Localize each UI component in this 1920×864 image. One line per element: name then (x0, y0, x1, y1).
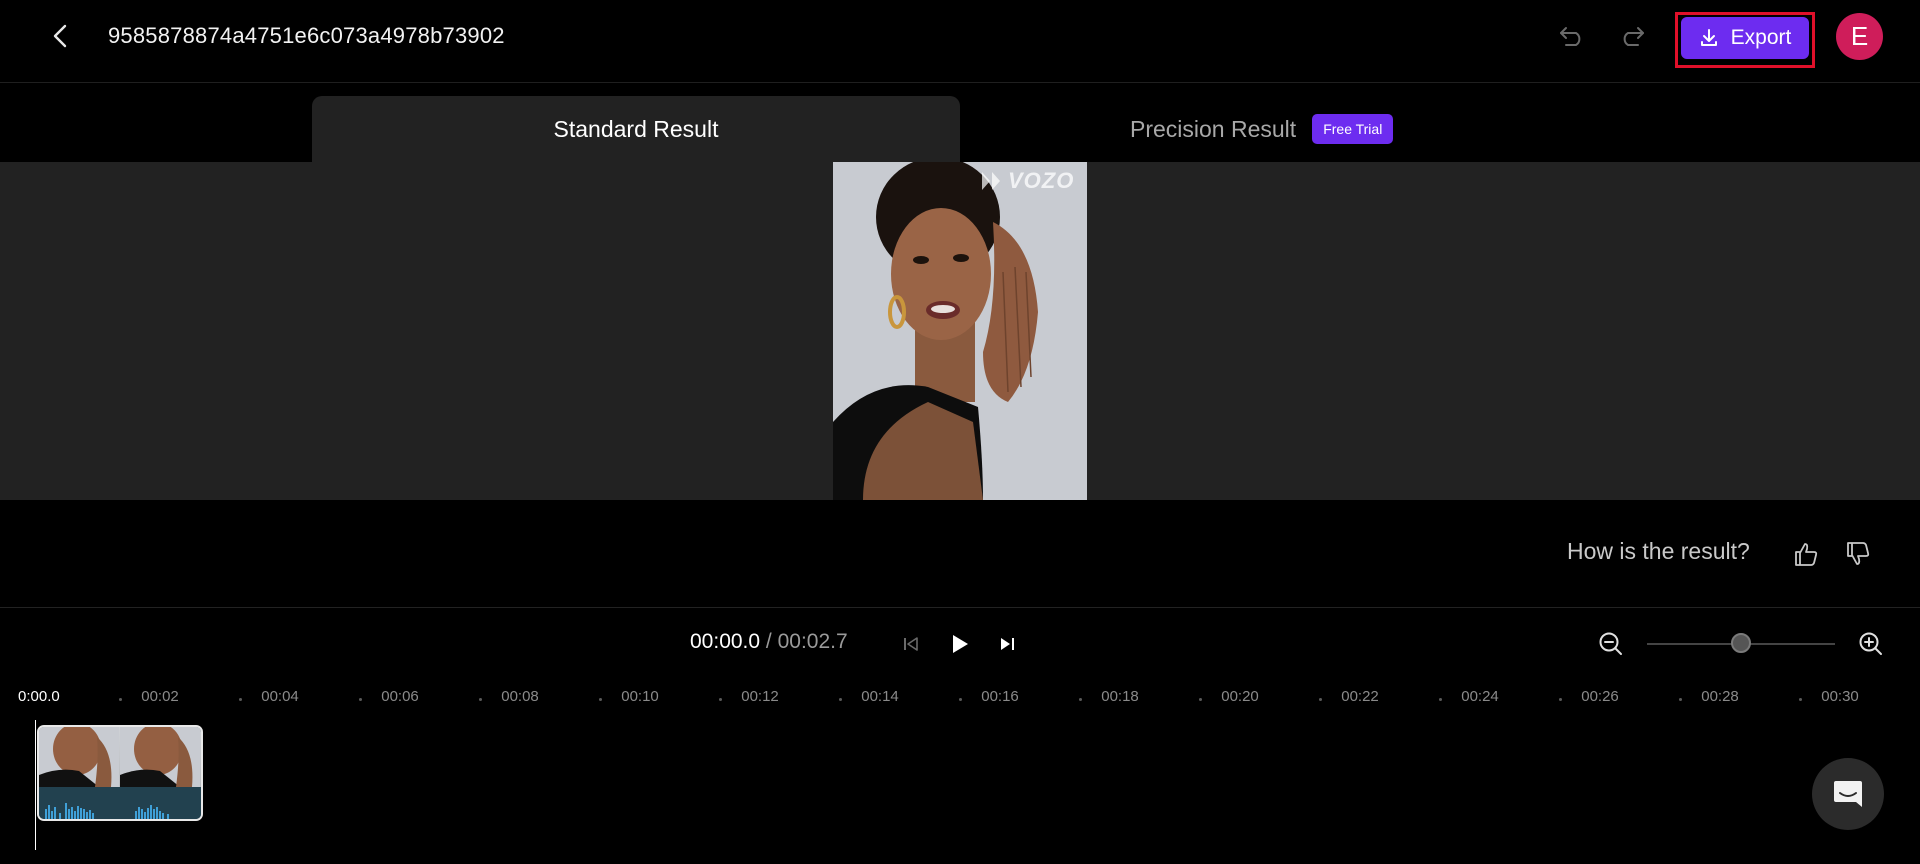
timeline-tick-label: 00:20 (1221, 688, 1259, 705)
export-label: Export (1730, 26, 1792, 49)
skip-previous-button[interactable] (898, 632, 924, 656)
zoom-in-button[interactable] (1856, 629, 1886, 659)
timeline-tick-dot (719, 698, 722, 701)
redo-button[interactable] (1616, 20, 1648, 52)
zoom-slider-handle[interactable] (1731, 633, 1751, 653)
timeline-tick-label: 00:26 (1581, 688, 1619, 705)
clip-thumbnail (120, 727, 201, 787)
timeline-tick-dot (1799, 698, 1802, 701)
timeline-tick-dot (479, 698, 482, 701)
clip-thumbnails (39, 727, 201, 787)
feedback-prompt: How is the result? (1567, 538, 1750, 564)
export-button[interactable]: Export (1681, 17, 1809, 59)
chevron-left-icon (53, 24, 67, 48)
back-button[interactable] (44, 18, 76, 54)
timeline-tick-label: 00:06 (381, 688, 419, 705)
tab-standard-label: Standard Result (553, 115, 719, 142)
timeline-tick-label: 00:10 (621, 688, 659, 705)
total-time: 00:02.7 (777, 630, 848, 653)
zoom-out-icon (1599, 632, 1622, 655)
timeline-start-label: 0:00.0 (18, 688, 60, 705)
like-button[interactable] (1791, 538, 1821, 570)
timeline-tick-label: 00:04 (261, 688, 299, 705)
chat-icon (1834, 781, 1862, 807)
thumbs-down-icon (1847, 542, 1870, 565)
download-icon (1700, 29, 1717, 46)
timeline-tick-label: 00:08 (501, 688, 539, 705)
timeline-tick-dot (119, 698, 122, 701)
vozo-logo-icon (982, 172, 1000, 190)
current-time: 00:00.0 (690, 630, 761, 653)
vozo-watermark: VOZO (980, 168, 1074, 194)
skip-previous-icon (904, 637, 918, 651)
timeline-tick-label: 00:12 (741, 688, 779, 705)
skip-next-icon (1001, 638, 1014, 650)
thumbs-up-icon (1795, 543, 1818, 566)
chat-support-button[interactable] (1812, 758, 1884, 830)
tab-standard-result[interactable]: Standard Result (312, 96, 960, 162)
watermark-text: VOZO (1008, 168, 1075, 193)
time-display: 00:00.0 / 00:02.7 (690, 630, 848, 654)
zoom-out-button[interactable] (1596, 629, 1626, 659)
audio-waveform (39, 787, 201, 819)
undo-icon (1560, 27, 1581, 46)
timeline-tick-label: 00:02 (141, 688, 179, 705)
timeline-tick-dot (839, 698, 842, 701)
timeline-tick-dot (1679, 698, 1682, 701)
timeline-tick-dot (1559, 698, 1562, 701)
timeline-tick-label: 00:14 (861, 688, 899, 705)
playhead[interactable] (35, 720, 36, 850)
redo-icon (1623, 27, 1644, 46)
zoom-in-icon (1859, 632, 1882, 655)
timeline-tick-label: 00:28 (1701, 688, 1739, 705)
play-button[interactable] (946, 630, 974, 658)
timeline-tick-label: 00:22 (1341, 688, 1379, 705)
top-bar: 9585878874a4751e6c073a4978b73902 Export … (0, 0, 1920, 83)
timeline-tick-label: 00:18 (1101, 688, 1139, 705)
play-icon (953, 635, 968, 653)
time-separator: / (760, 630, 778, 653)
undo-button[interactable] (1556, 20, 1588, 52)
timeline-tick-label: 00:30 (1821, 688, 1859, 705)
skip-next-button[interactable] (994, 632, 1020, 656)
timeline-tick-label: 00:16 (981, 688, 1019, 705)
tab-precision-label: Precision Result (1130, 115, 1297, 142)
project-title: 9585878874a4751e6c073a4978b73902 (108, 23, 505, 48)
video-frame-image (833, 162, 1087, 500)
video-preview[interactable] (833, 162, 1087, 500)
timeline-tick-dot (1319, 698, 1322, 701)
tab-precision-result[interactable]: Precision Result Free Trial (1130, 112, 1394, 146)
video-clip[interactable] (37, 725, 203, 821)
timeline-tick-dot (959, 698, 962, 701)
timeline-tick-dot (599, 698, 602, 701)
section-divider (0, 607, 1920, 608)
dislike-button[interactable] (1843, 538, 1873, 570)
timeline-tick-dot (239, 698, 242, 701)
timeline-tick-dot (359, 698, 362, 701)
timeline-tick-dot (1199, 698, 1202, 701)
clip-thumbnail (39, 727, 120, 787)
free-trial-badge: Free Trial (1312, 114, 1394, 144)
timeline-tick-dot (1439, 698, 1442, 701)
result-feedback: How is the result? (1567, 538, 1750, 565)
user-avatar[interactable]: E (1836, 13, 1883, 60)
timeline-tick-dot (1079, 698, 1082, 701)
timeline-ruler[interactable]: 0:00.0 00:02 00:04 00:06 00:08 00:10 00:12 00:… (0, 688, 1920, 710)
timeline-tick-label: 00:24 (1461, 688, 1499, 705)
